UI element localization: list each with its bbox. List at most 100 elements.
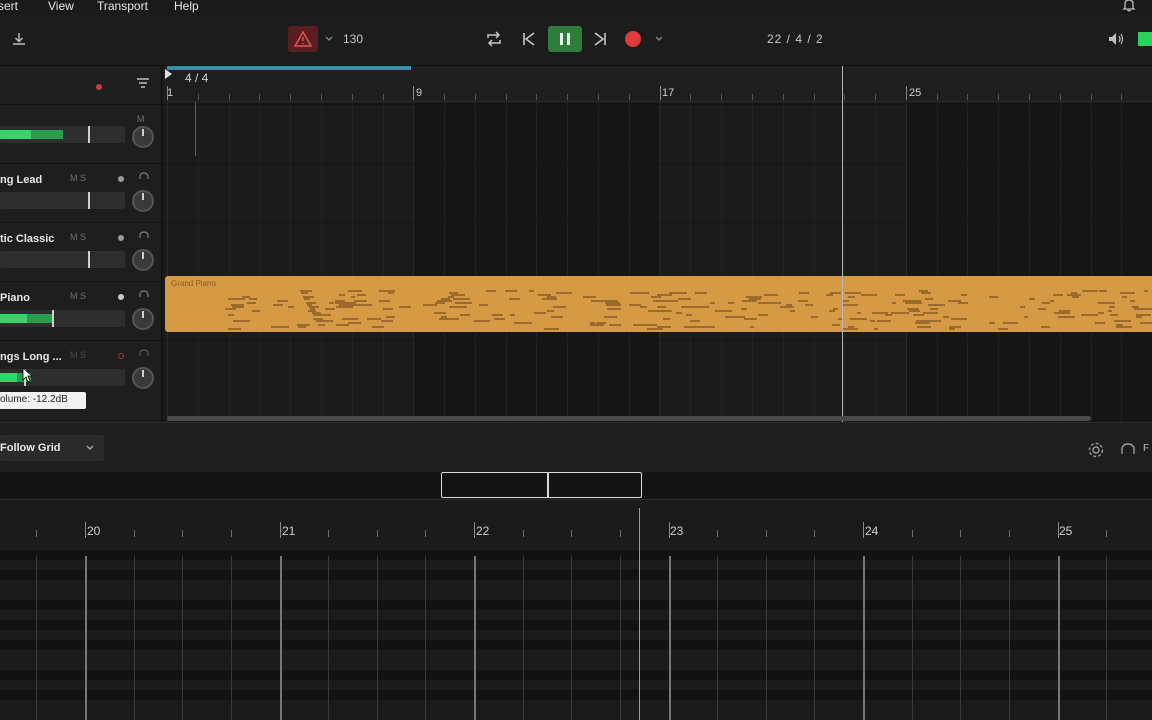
menu-transport[interactable]: Transport	[97, 0, 148, 13]
loop-icon	[487, 31, 501, 47]
pan-knob[interactable]	[132, 367, 154, 389]
track-lane[interactable]	[163, 222, 1152, 281]
menu-insert[interactable]: sert	[0, 0, 18, 13]
volume-fader[interactable]	[0, 369, 125, 386]
volume-fader[interactable]	[0, 192, 125, 209]
record-arm-button[interactable]	[118, 235, 124, 241]
playhead[interactable]	[842, 66, 843, 422]
midi-note	[1109, 314, 1119, 316]
overview-viewport[interactable]	[441, 472, 642, 498]
headphones-icon[interactable]	[139, 231, 149, 241]
metronome-dropdown-chevron-icon[interactable]	[322, 32, 336, 46]
midi-note	[749, 326, 754, 328]
editor-bar-label: 23	[670, 524, 684, 538]
track-lane[interactable]	[163, 104, 1152, 163]
menu-view[interactable]: View	[48, 0, 74, 13]
metronome-button[interactable]	[288, 26, 318, 52]
midi-note	[514, 322, 533, 324]
playhead-position[interactable]: 22 / 4 / 2	[767, 32, 824, 46]
track-row[interactable]: tic Classic M S	[0, 222, 162, 281]
fader-handle[interactable]	[88, 251, 90, 268]
track-name[interactable]: Piano	[0, 292, 30, 304]
horizontal-scrollbar[interactable]	[167, 416, 1091, 421]
fader-handle[interactable]	[52, 310, 54, 327]
editor-ruler[interactable]: 20 21 22 23 24 25	[0, 500, 1152, 540]
headphones-icon[interactable]	[139, 172, 149, 182]
pause-button[interactable]	[548, 26, 582, 52]
midi-note	[509, 298, 521, 300]
pan-knob[interactable]	[132, 249, 154, 271]
editor-overview-strip[interactable]	[0, 472, 1152, 500]
time-signature[interactable]: 4 / 4	[185, 71, 208, 85]
record-arm-button[interactable]	[118, 353, 124, 359]
tempo-value[interactable]: 130	[343, 32, 363, 46]
track-row[interactable]: Piano M S	[0, 281, 162, 340]
track-lane[interactable]	[163, 163, 1152, 222]
midi-clip[interactable]: Grand Piano	[165, 276, 1152, 332]
start-marker-icon[interactable]	[165, 69, 172, 79]
snap-mode-dropdown[interactable]: Follow Grid	[0, 435, 104, 461]
bar-tick	[279, 522, 281, 538]
overview-playhead	[547, 472, 549, 498]
record-arm-button[interactable]	[118, 176, 124, 182]
midi-note	[682, 306, 694, 308]
loop-button[interactable]	[483, 28, 505, 50]
midi-note	[811, 316, 818, 318]
download-button[interactable]	[8, 28, 30, 50]
editor-bar-label: 21	[282, 524, 296, 538]
midi-note	[988, 296, 998, 298]
mute-solo-buttons[interactable]: M S	[70, 291, 86, 301]
headphones-icon[interactable]	[1119, 441, 1137, 459]
menu-help[interactable]: Help	[174, 0, 199, 13]
midi-note	[656, 306, 666, 308]
midi-note	[344, 302, 356, 304]
mute-solo-buttons[interactable]: M	[137, 114, 145, 124]
volume-fader[interactable]	[0, 310, 125, 327]
record-arm-all-icon[interactable]	[96, 84, 102, 90]
gear-icon[interactable]	[1087, 441, 1105, 459]
pan-knob[interactable]	[132, 308, 154, 330]
loop-region[interactable]	[167, 66, 411, 70]
arrangement-view[interactable]: 4 / 4 1 9 17 25 Grand Piano	[163, 66, 1152, 422]
mute-solo-buttons[interactable]: M S	[70, 232, 86, 242]
volume-fader[interactable]	[0, 126, 125, 143]
midi-note	[1024, 316, 1029, 318]
volume-fader[interactable]	[0, 251, 125, 268]
skip-forward-button[interactable]	[589, 28, 611, 50]
skip-back-button[interactable]	[518, 28, 540, 50]
headphones-icon[interactable]	[139, 290, 149, 300]
record-arm-button[interactable]	[118, 294, 124, 300]
track-name[interactable]: ngs Long ...	[0, 351, 62, 363]
mute-solo-buttons[interactable]: M S	[70, 173, 86, 183]
midi-note	[714, 310, 733, 312]
mute-solo-buttons[interactable]: M S	[70, 350, 86, 360]
midi-note	[825, 294, 833, 296]
piano-roll-grid[interactable]	[0, 540, 1152, 720]
fader-handle[interactable]	[88, 192, 90, 209]
midi-note	[318, 324, 326, 326]
headphones-icon[interactable]	[139, 349, 149, 359]
volume-tooltip: olume: -12.2dB	[0, 392, 86, 409]
timeline-ruler[interactable]: 4 / 4 1 9 17 25	[163, 66, 1152, 102]
grid-line	[1008, 556, 1010, 720]
record-button[interactable]	[624, 30, 642, 48]
track-row[interactable]: ng Lead M S	[0, 163, 162, 222]
fader-handle[interactable]	[88, 126, 90, 143]
editor-bar-label: 22	[476, 524, 490, 538]
track-name[interactable]: tic Classic	[0, 233, 54, 245]
record-dropdown-chevron-icon[interactable]	[652, 32, 666, 46]
speaker-icon[interactable]	[1106, 30, 1126, 48]
pan-knob[interactable]	[132, 126, 154, 148]
beat-tick	[536, 94, 538, 100]
pan-knob[interactable]	[132, 190, 154, 212]
midi-note	[1019, 306, 1025, 308]
track-lane[interactable]	[163, 340, 1152, 399]
track-name[interactable]: ng Lead	[0, 174, 42, 186]
midi-note	[271, 326, 289, 328]
midi-note	[949, 328, 956, 330]
midi-note	[922, 312, 938, 314]
track-row[interactable]: M	[0, 104, 162, 163]
list-filter-icon[interactable]	[136, 76, 150, 90]
bar-tick	[474, 522, 475, 538]
bell-icon[interactable]	[1122, 0, 1136, 12]
